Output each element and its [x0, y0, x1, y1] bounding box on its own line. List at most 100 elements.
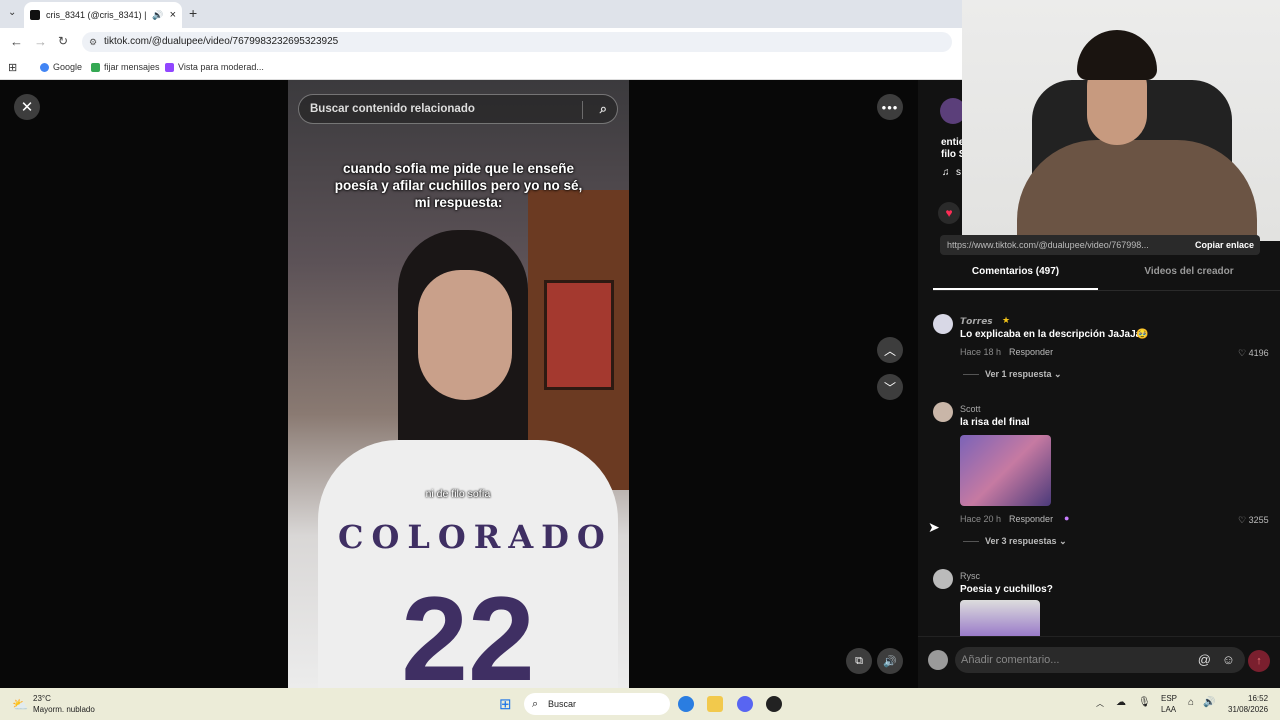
heart-outline-icon: ♡: [1238, 515, 1247, 525]
my-avatar[interactable]: [928, 650, 948, 670]
discord-icon[interactable]: [737, 696, 753, 712]
heart-outline-icon: ♡: [1238, 348, 1247, 358]
reply-button[interactable]: Responder: [1009, 514, 1053, 524]
webcam-person-hoodie: [1017, 140, 1257, 241]
weather-temp[interactable]: 23°C: [33, 694, 51, 703]
view-replies-button[interactable]: Ver 1 respuesta ⌄: [963, 369, 1062, 380]
weather-desc[interactable]: Mayorm. nublado: [33, 705, 95, 714]
browser-tab[interactable]: cris_8341 (@cris_8341) | Tik 🔊 ×: [24, 2, 182, 28]
comment-image[interactable]: [960, 435, 1051, 506]
bookmark-vista-moderador[interactable]: Vista para moderad...: [165, 62, 264, 72]
speaker-icon[interactable]: 🔊: [152, 10, 163, 21]
comment-placeholder: Añadir comentario...: [961, 654, 1060, 666]
new-tab-icon[interactable]: +: [189, 5, 197, 21]
heart-icon: ♥: [945, 206, 953, 220]
back-icon[interactable]: ←: [10, 34, 23, 49]
chevron-up-icon: ︿: [883, 343, 896, 358]
chrome-icon[interactable]: [678, 696, 694, 712]
tabs-divider: [933, 290, 1280, 291]
webcam-overlay: [962, 0, 1280, 241]
description-fragment-1: entie: [941, 137, 965, 148]
video-player[interactable]: COLORADO 22 cuando sofia me pide que le …: [288, 80, 629, 688]
like-button[interactable]: ♥: [938, 202, 960, 224]
tab-list-icon[interactable]: ⌄: [8, 7, 16, 18]
emoji-picker-icon[interactable]: ☺: [1222, 647, 1235, 673]
windows-taskbar: ⛅ 23°C Mayorm. nublado ⊞ ⌕ Buscar ︿ ☁ 🎙 …: [0, 688, 1280, 720]
more-options-button[interactable]: •••: [877, 94, 903, 120]
weather-icon: ⛅: [12, 697, 29, 712]
comment-text: Lo explicaba en la descripción JaJaJa: [960, 329, 1142, 340]
reply-button[interactable]: Responder: [1009, 347, 1053, 357]
search-divider: [582, 101, 583, 119]
chat-icon: [91, 62, 100, 72]
clock-date[interactable]: 31/08/2026: [1228, 705, 1268, 714]
taskbar-search[interactable]: ⌕ Buscar: [524, 693, 670, 715]
tab-title: cris_8341 (@cris_8341) | Tik: [46, 10, 147, 20]
arrow-up-icon: ↑: [1256, 655, 1262, 667]
comment-likes[interactable]: ♡ 4196: [1238, 348, 1269, 359]
close-video-button[interactable]: ✕: [14, 94, 40, 120]
tiktok-favicon-icon: [30, 10, 40, 20]
comment-avatar[interactable]: [933, 402, 953, 422]
tab-creator-videos[interactable]: Videos del creador: [1098, 266, 1280, 277]
keyboard-layout[interactable]: LAA: [1161, 705, 1176, 714]
comment-text: Poesia y cuchillos?: [960, 584, 1053, 595]
language-code[interactable]: ESP: [1161, 694, 1177, 703]
related-search-input[interactable]: Buscar contenido relacionado ⌕: [298, 94, 618, 124]
comment-author[interactable]: Rysc: [960, 571, 980, 581]
url-field[interactable]: ⚙ tiktok.com/@dualupee/video/76799832326…: [82, 32, 952, 52]
video-person-face: [418, 270, 512, 400]
shirt-text: COLORADO: [338, 518, 613, 556]
star-icon: ★: [1002, 315, 1011, 325]
next-video-button[interactable]: ﹀: [877, 374, 903, 400]
apps-grid-icon[interactable]: ⊞: [8, 61, 17, 74]
comment-avatar[interactable]: [933, 569, 953, 589]
forward-icon[interactable]: →: [34, 34, 47, 49]
copy-link-button[interactable]: Copiar enlace: [1195, 235, 1254, 255]
twitch-icon: [165, 62, 174, 72]
view-replies-button[interactable]: Ver 3 respuestas ⌄: [963, 536, 1067, 547]
file-explorer-icon[interactable]: [707, 696, 723, 712]
comment-meta: Hace 20 h Responder: [960, 514, 1054, 524]
tab-comments[interactable]: Comentarios (497): [933, 266, 1098, 277]
volume-icon: 🔊: [883, 655, 897, 668]
url-text: tiktok.com/@dualupee/video/7679983232695…: [104, 36, 339, 47]
google-icon: [40, 62, 49, 72]
comment-input[interactable]: Añadir comentario... @ ☺: [955, 647, 1245, 673]
comment-author[interactable]: 𝙏𝙤𝙧𝙧𝙚𝙨: [960, 316, 993, 327]
search-icon[interactable]: ⌕: [600, 95, 607, 123]
tray-app-icon[interactable]: ☁: [1116, 697, 1126, 708]
bookmark-google[interactable]: Google: [40, 62, 82, 72]
windows-start-icon[interactable]: ⊞: [499, 695, 512, 713]
volume-tray-icon[interactable]: 🔊: [1203, 697, 1215, 708]
comment-avatar[interactable]: [933, 314, 953, 334]
bookmark-fijar-mensajes[interactable]: fijar mensajes: [91, 62, 160, 72]
tray-chevron-icon[interactable]: ︿: [1096, 698, 1104, 709]
site-info-icon[interactable]: ⚙: [89, 32, 97, 52]
microphone-icon[interactable]: 🎙: [1138, 697, 1151, 708]
webcam-person-hair: [1077, 30, 1157, 80]
mention-icon[interactable]: @: [1198, 647, 1211, 673]
comment-image[interactable]: [960, 600, 1040, 636]
creator-liked-icon: ●: [1064, 513, 1070, 523]
pip-button[interactable]: ⧉: [846, 648, 872, 674]
panel-tabs: Comentarios (497) Videos del creador: [933, 266, 1280, 290]
clock-time[interactable]: 16:52: [1248, 694, 1268, 703]
video-poster: [544, 280, 614, 390]
music-icon: ♫: [942, 167, 950, 178]
comment-likes[interactable]: ♡ 3255: [1238, 515, 1269, 526]
reload-icon[interactable]: ↻: [58, 34, 68, 48]
close-tab-icon[interactable]: ×: [170, 9, 176, 21]
video-subtitle: ni de filo sofía: [425, 488, 491, 500]
obs-icon[interactable]: [766, 696, 782, 712]
send-button[interactable]: ↑: [1248, 650, 1270, 672]
share-link-box: https://www.tiktok.com/@dualupee/video/7…: [940, 235, 1260, 255]
previous-video-button[interactable]: ︿: [877, 337, 903, 363]
emoji-icon: 🥹: [1136, 329, 1149, 340]
network-icon[interactable]: ⌂: [1188, 697, 1194, 708]
comment-meta: Hace 18 h Responder: [960, 347, 1054, 357]
volume-button[interactable]: 🔊: [877, 648, 903, 674]
comment-author[interactable]: Scott: [960, 404, 981, 414]
ellipsis-icon: •••: [881, 99, 899, 115]
mouse-cursor-icon: ➤: [928, 519, 940, 535]
